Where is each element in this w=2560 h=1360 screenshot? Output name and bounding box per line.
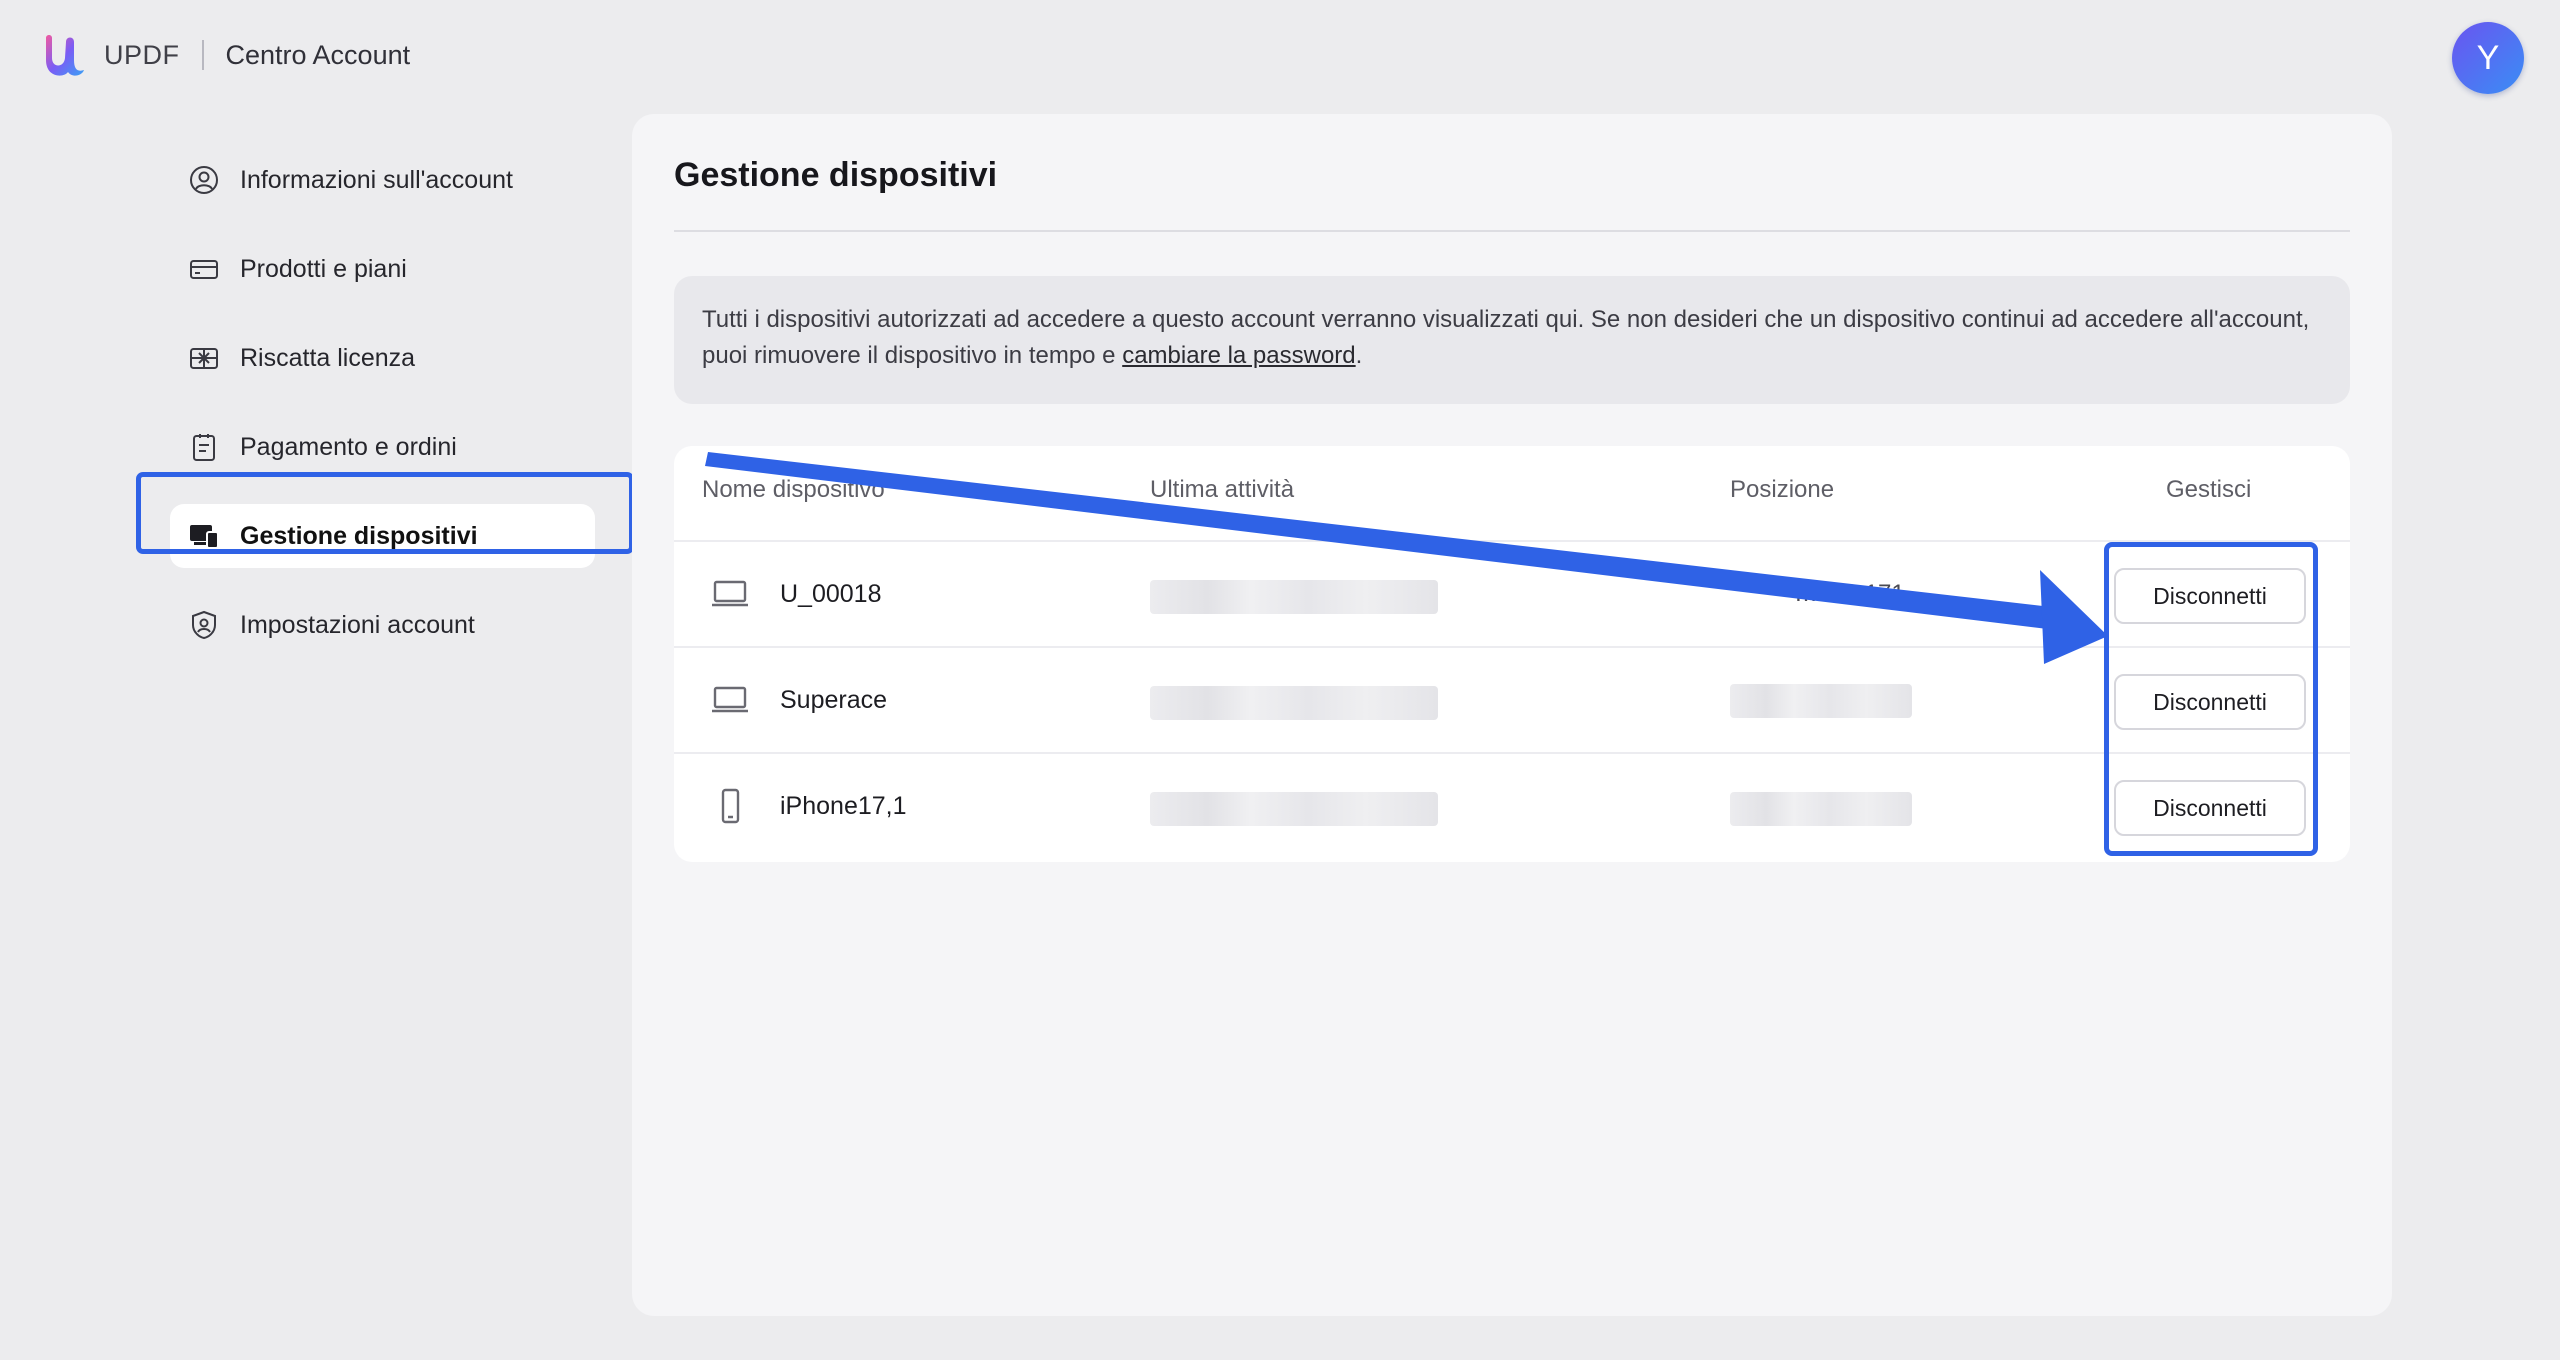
clipboard-icon bbox=[188, 431, 220, 463]
column-header-last-activity: Ultima attività bbox=[1150, 476, 1295, 503]
device-name: Superace bbox=[780, 686, 888, 714]
column-header-device-name: Nome dispositivo bbox=[702, 476, 885, 503]
main-panel: Gestione dispositivi Tutti i dispositivi… bbox=[632, 114, 2392, 1316]
phone-icon bbox=[710, 788, 750, 824]
table-row: iPhone17,1 Disconnetti bbox=[674, 754, 2350, 860]
table-row: Superace Disconnetti bbox=[674, 648, 2350, 754]
laptop-icon bbox=[710, 682, 750, 718]
devices-table: Nome dispositivo Ultima attività Posizio… bbox=[674, 446, 2350, 862]
gift-icon bbox=[188, 342, 220, 374]
sidebar-item-products-plans[interactable]: Prodotti e piani bbox=[170, 237, 595, 301]
avatar-initial: Y bbox=[2476, 38, 2500, 77]
sidebar-item-label: Riscatta licenza bbox=[240, 343, 416, 372]
updf-logo-icon bbox=[46, 35, 84, 76]
sidebar-item-account-settings[interactable]: Impostazioni account bbox=[170, 593, 595, 657]
section-title: Centro Account bbox=[225, 39, 411, 70]
change-password-link[interactable]: cambiare la password bbox=[1122, 342, 1355, 369]
shield-user-icon bbox=[188, 609, 220, 641]
last-activity-redacted bbox=[1150, 792, 1438, 826]
location-redacted bbox=[1730, 684, 1912, 718]
brand-name: UPDF bbox=[104, 39, 180, 70]
last-activity-redacted bbox=[1150, 580, 1438, 614]
brand-separator bbox=[201, 40, 204, 70]
laptop-icon bbox=[710, 576, 750, 612]
location-redacted bbox=[1730, 792, 1912, 826]
updf-logo[interactable]: UPDF Centro Account bbox=[38, 28, 410, 82]
title-divider bbox=[674, 230, 2350, 232]
notice-text: Tutti i dispositivi autorizzati ad acced… bbox=[702, 306, 2310, 369]
column-header-manage: Gestisci bbox=[2166, 476, 2252, 503]
user-avatar[interactable]: Y bbox=[2452, 22, 2524, 94]
card-icon bbox=[188, 253, 220, 285]
device-name: iPhone17,1 bbox=[780, 792, 907, 820]
sidebar-item-account-info[interactable]: Informazioni sull'account bbox=[170, 148, 595, 212]
sidebar-item-redeem-license[interactable]: Riscatta licenza bbox=[170, 326, 595, 390]
table-row: U_00018 …148.171 Disconnetti bbox=[674, 542, 2350, 648]
disconnect-button[interactable]: Disconnetti bbox=[2114, 568, 2306, 624]
sidebar-item-label: Prodotti e piani bbox=[240, 254, 407, 283]
devices-icon bbox=[188, 520, 220, 552]
sidebar-item-label: Impostazioni account bbox=[240, 610, 475, 639]
sidebar-item-device-management[interactable]: Gestione dispositivi bbox=[170, 504, 595, 568]
notice-end: . bbox=[1355, 342, 1363, 369]
device-name: U_00018 bbox=[780, 580, 882, 608]
page-title: Gestione dispositivi bbox=[674, 156, 998, 194]
disconnect-button[interactable]: Disconnetti bbox=[2114, 780, 2306, 836]
sidebar-item-payments-orders[interactable]: Pagamento e ordini bbox=[170, 415, 595, 479]
disconnect-button[interactable]: Disconnetti bbox=[2114, 674, 2306, 730]
last-activity-redacted bbox=[1150, 686, 1438, 720]
column-header-location: Posizione bbox=[1730, 476, 1835, 503]
page: UPDF Centro Account Y Informazioni sull'… bbox=[0, 0, 2560, 1360]
sidebar-item-label: Gestione dispositivi bbox=[240, 521, 478, 550]
location-partial: …148.171 bbox=[1794, 580, 1905, 607]
info-notice: Tutti i dispositivi autorizzati ad acced… bbox=[674, 276, 2350, 404]
table-header: Nome dispositivo Ultima attività Posizio… bbox=[674, 446, 2350, 542]
sidebar-item-label: Pagamento e ordini bbox=[240, 432, 457, 461]
sidebar-item-label: Informazioni sull'account bbox=[240, 165, 513, 194]
user-circle-icon bbox=[188, 164, 220, 196]
